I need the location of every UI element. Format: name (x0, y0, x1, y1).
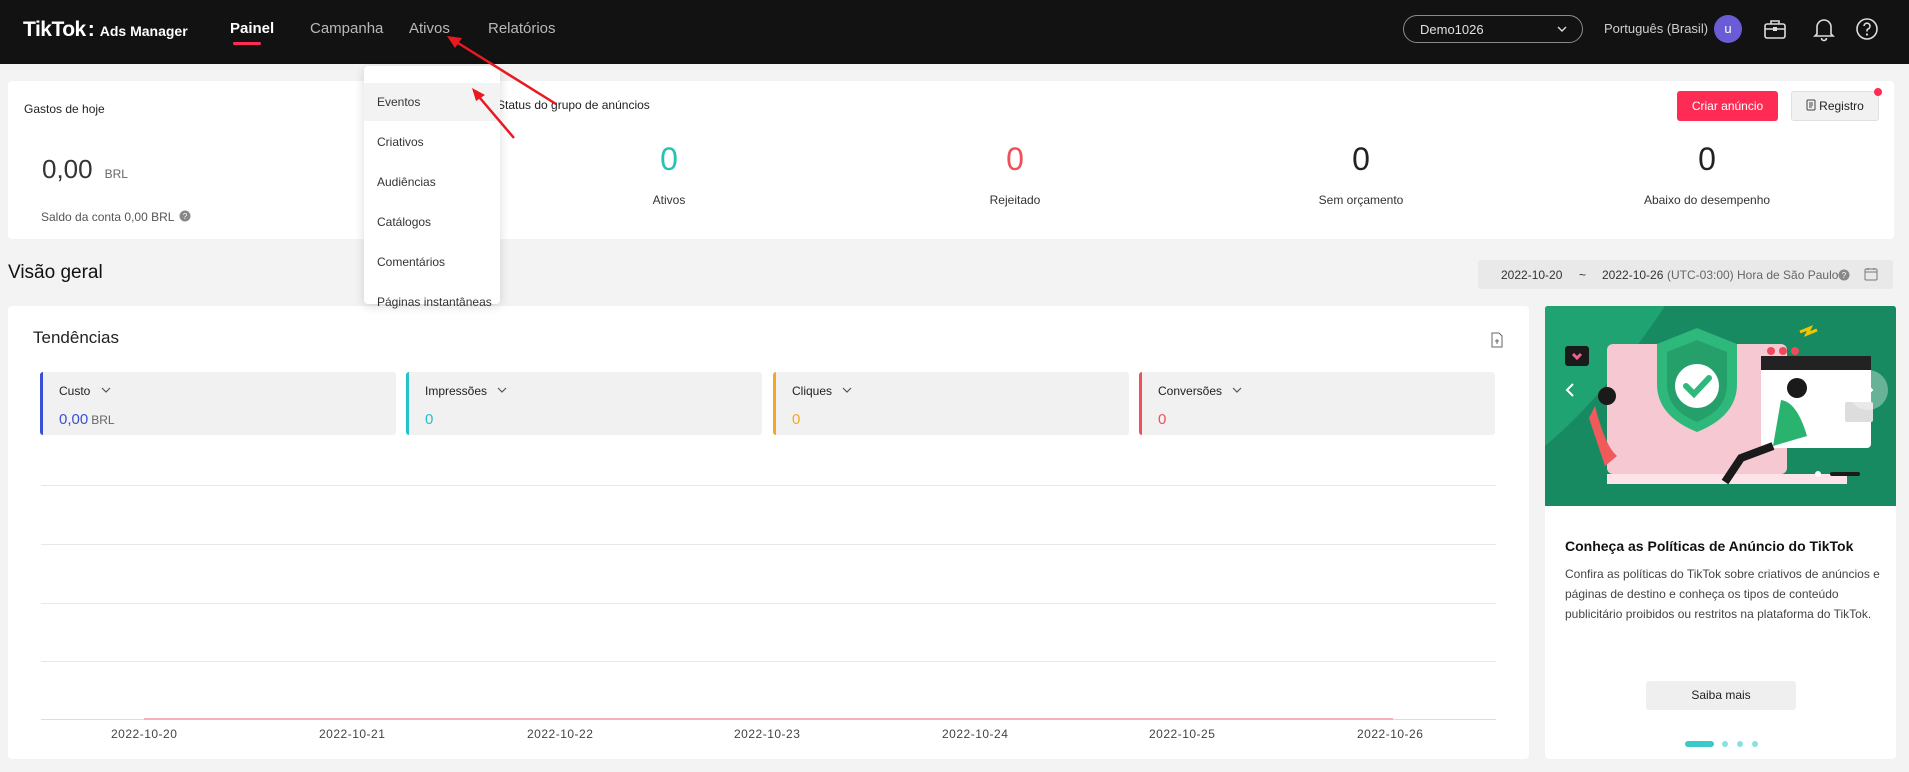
stat-no-budget-value[interactable]: 0 (1281, 141, 1441, 178)
create-ad-button[interactable]: Criar anúncio (1677, 91, 1778, 121)
promo-illustration[interactable] (1545, 306, 1896, 506)
x-tick-label: 2022-10-22 (527, 727, 594, 741)
stat-underperforming-label: Abaixo do desempenho (1643, 193, 1771, 207)
x-tick-label: 2022-10-24 (942, 727, 1009, 741)
policy-illustration (1545, 306, 1896, 506)
menu-item-criativos[interactable]: Criativos (364, 123, 500, 161)
help-icon[interactable]: ? (179, 210, 191, 222)
stat-rejected-label: Rejeitado (989, 193, 1041, 207)
account-balance: Saldo da conta 0,00 BRL ? (41, 210, 191, 224)
language-selector[interactable]: Português (Brasil) (1604, 21, 1708, 36)
menu-item-paginas-instantaneas[interactable]: Páginas instantâneas (364, 283, 500, 321)
metric-card-impressions[interactable]: Impressões 0 (406, 372, 762, 435)
bell-icon[interactable] (1811, 16, 1837, 42)
spend-value: 0,00 BRL (42, 154, 128, 184)
trends-title: Tendências (33, 328, 120, 347)
nav-relatorios[interactable]: Relatórios (488, 20, 556, 37)
spend-title: Gastos de hoje (24, 102, 105, 116)
account-selector[interactable]: Demo1026 (1403, 15, 1583, 43)
menu-item-audiencias[interactable]: Audiências (364, 163, 500, 201)
date-start: 2022-10-20 (1501, 268, 1563, 282)
top-nav-bar: TikTok: Ads Manager Painel Campanha Ativ… (0, 0, 1909, 64)
menu-item-catalogos[interactable]: Catálogos (364, 203, 500, 241)
carousel-dot[interactable] (1722, 741, 1728, 747)
learn-more-button[interactable]: Saiba mais (1646, 681, 1796, 710)
document-icon (1806, 99, 1816, 111)
x-tick-label: 2022-10-26 (1357, 727, 1424, 741)
chart-gridline (41, 544, 1496, 545)
date-separator: ~ (1579, 268, 1587, 282)
carousel-dot[interactable] (1752, 741, 1758, 747)
promo-title: Conheça as Políticas de Anúncio do TikTo… (1565, 538, 1854, 554)
carousel-next-button[interactable] (1848, 370, 1888, 410)
chart-gridline (41, 485, 1496, 486)
help-icon[interactable] (1854, 16, 1880, 42)
adgroup-status-title: Status do grupo de anúncios (497, 98, 650, 112)
metric-card-cost[interactable]: Custo 0,00 BRL (40, 372, 396, 435)
x-tick-label: 2022-10-20 (111, 727, 178, 741)
date-end: 2022-10-26 (1602, 268, 1664, 282)
nav-active-indicator (233, 42, 261, 45)
x-tick-label: 2022-10-23 (734, 727, 801, 741)
chevron-down-icon (1557, 26, 1567, 32)
chart-gridline (41, 603, 1496, 604)
menu-item-eventos[interactable]: Eventos (364, 83, 500, 121)
account-name: Demo1026 (1420, 22, 1484, 37)
chevron-down-icon (101, 387, 111, 393)
promo-body: Confira as políticas do TikTok sobre cri… (1565, 567, 1880, 621)
svg-text:?: ? (1842, 271, 1847, 280)
stat-rejected-value[interactable]: 0 (935, 141, 1095, 178)
nav-campanha[interactable]: Campanha (310, 20, 383, 37)
chevron-left-icon[interactable] (1563, 380, 1579, 400)
carousel-dot-active[interactable] (1685, 741, 1714, 747)
metric-card-clicks[interactable]: Cliques 0 (773, 372, 1129, 435)
overview-title: Visão geral (8, 262, 103, 283)
nav-painel[interactable]: Painel (230, 20, 274, 37)
briefcase-icon[interactable] (1762, 16, 1788, 42)
chevron-right-icon (1865, 383, 1874, 397)
chevron-down-icon (497, 387, 507, 393)
chevron-down-icon (842, 387, 852, 393)
stat-active-label: Ativos (652, 193, 686, 207)
calendar-icon[interactable] (1864, 267, 1878, 281)
nav-ativos[interactable]: Ativos (409, 20, 450, 37)
date-range-picker[interactable]: 2022-10-20 ~ 2022-10-26 (UTC-03:00) Hora… (1478, 260, 1893, 289)
stat-active-value[interactable]: 0 (589, 141, 749, 178)
avatar[interactable]: u (1714, 15, 1742, 43)
timezone: (UTC-03:00) Hora de São Paulo (1667, 268, 1839, 282)
chart-gridline (41, 661, 1496, 662)
svg-text:?: ? (183, 212, 188, 221)
assets-dropdown-menu: Eventos Criativos Audiências Catálogos C… (364, 66, 500, 309)
x-tick-label: 2022-10-25 (1149, 727, 1216, 741)
stat-no-budget-label: Sem orçamento (1318, 193, 1404, 207)
conversions-series-line (144, 718, 1393, 720)
record-button[interactable]: Registro (1791, 91, 1879, 121)
carousel-dot[interactable] (1737, 741, 1743, 747)
metric-card-conversions[interactable]: Conversões 0 (1139, 372, 1495, 435)
help-icon[interactable]: ? (1838, 269, 1850, 281)
x-tick-label: 2022-10-21 (319, 727, 386, 741)
notification-dot (1874, 88, 1882, 96)
menu-item-comentarios[interactable]: Comentários (364, 243, 500, 281)
export-icon[interactable] (1490, 332, 1504, 348)
stat-underperforming-value[interactable]: 0 (1627, 141, 1787, 178)
chevron-down-icon (1232, 387, 1242, 393)
tiktok-ads-manager-logo[interactable]: TikTok: Ads Manager (23, 18, 188, 42)
